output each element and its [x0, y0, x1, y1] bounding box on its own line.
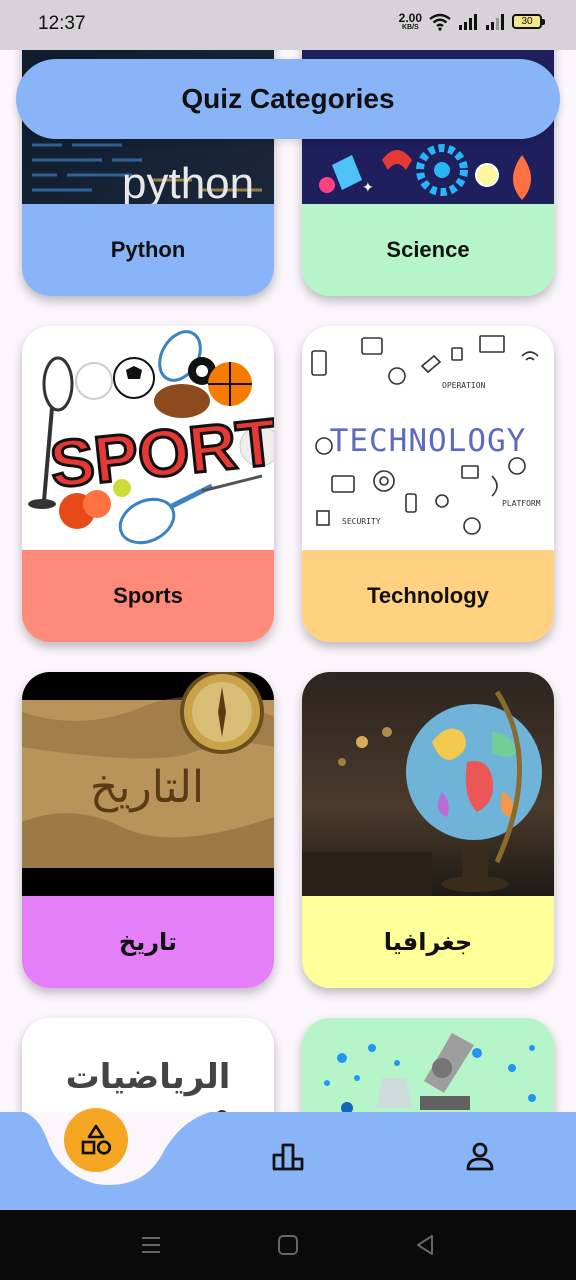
wifi-icon — [429, 13, 451, 31]
category-grid[interactable]: Quiz Categories python Python ✦ Science … — [0, 50, 576, 1114]
bottom-nav — [0, 1108, 576, 1210]
geography-image — [302, 672, 554, 896]
category-card-lab[interactable] — [302, 1018, 554, 1114]
home-icon[interactable] — [275, 1232, 301, 1258]
page-title: Quiz Categories — [181, 83, 395, 114]
leaderboard-icon — [272, 1143, 304, 1171]
system-nav-bar — [0, 1210, 576, 1280]
math-image: الرياضيات — [22, 1018, 274, 1114]
technology-image-text: TECHNOLOGY — [330, 423, 527, 459]
category-card-technology[interactable]: TECHNOLOGY OPERATION SECURITY PLATFORM T… — [302, 326, 554, 642]
category-card-history[interactable]: التاريخ تاريخ — [22, 672, 274, 988]
battery-icon: 30 — [512, 14, 545, 29]
category-label: تاريخ — [22, 896, 274, 988]
category-label: جغرافيا — [302, 896, 554, 988]
python-image-text: python — [122, 159, 254, 204]
status-time: 12:37 — [38, 13, 86, 34]
header: Quiz Categories — [16, 59, 560, 139]
menu-icon[interactable] — [138, 1232, 164, 1258]
category-card-geography[interactable]: جغرافيا — [302, 672, 554, 988]
math-image-text: الرياضيات — [66, 1057, 231, 1097]
category-card-sports[interactable]: SPORT Sports — [22, 326, 274, 642]
history-image-text: التاريخ — [90, 762, 204, 813]
category-label: Sports — [22, 550, 274, 642]
sports-image-text: SPORT — [47, 404, 274, 501]
network-speed-unit: KB/S — [401, 24, 419, 31]
signal-icon — [459, 13, 477, 30]
technology-image: TECHNOLOGY OPERATION SECURITY PLATFORM — [302, 326, 554, 550]
categories-icon — [81, 1124, 112, 1155]
lab-image — [302, 1018, 554, 1114]
nav-categories-button[interactable] — [64, 1108, 128, 1172]
history-image: التاريخ — [22, 672, 274, 896]
svg-text:✦: ✦ — [362, 179, 374, 195]
sports-image: SPORT — [22, 326, 274, 550]
category-label: Python — [22, 204, 274, 296]
category-label: Technology — [302, 550, 554, 642]
signal-icon-2 — [486, 13, 504, 30]
battery-level: 30 — [521, 16, 533, 27]
svg-text:PLATFORM: PLATFORM — [502, 499, 541, 508]
category-label: Science — [302, 204, 554, 296]
network-speed: 2.00 KB/S — [399, 12, 422, 31]
profile-icon — [466, 1142, 494, 1171]
nav-profile-button[interactable] — [460, 1136, 500, 1176]
nav-leaderboard-button[interactable] — [268, 1136, 308, 1176]
status-bar: 12:37 2.00 KB/S 30 — [0, 0, 576, 50]
back-icon[interactable] — [412, 1232, 438, 1258]
svg-text:SECURITY: SECURITY — [342, 517, 381, 526]
category-card-math[interactable]: الرياضيات — [22, 1018, 274, 1114]
svg-text:OPERATION: OPERATION — [442, 381, 486, 390]
network-speed-value: 2.00 — [398, 11, 422, 25]
